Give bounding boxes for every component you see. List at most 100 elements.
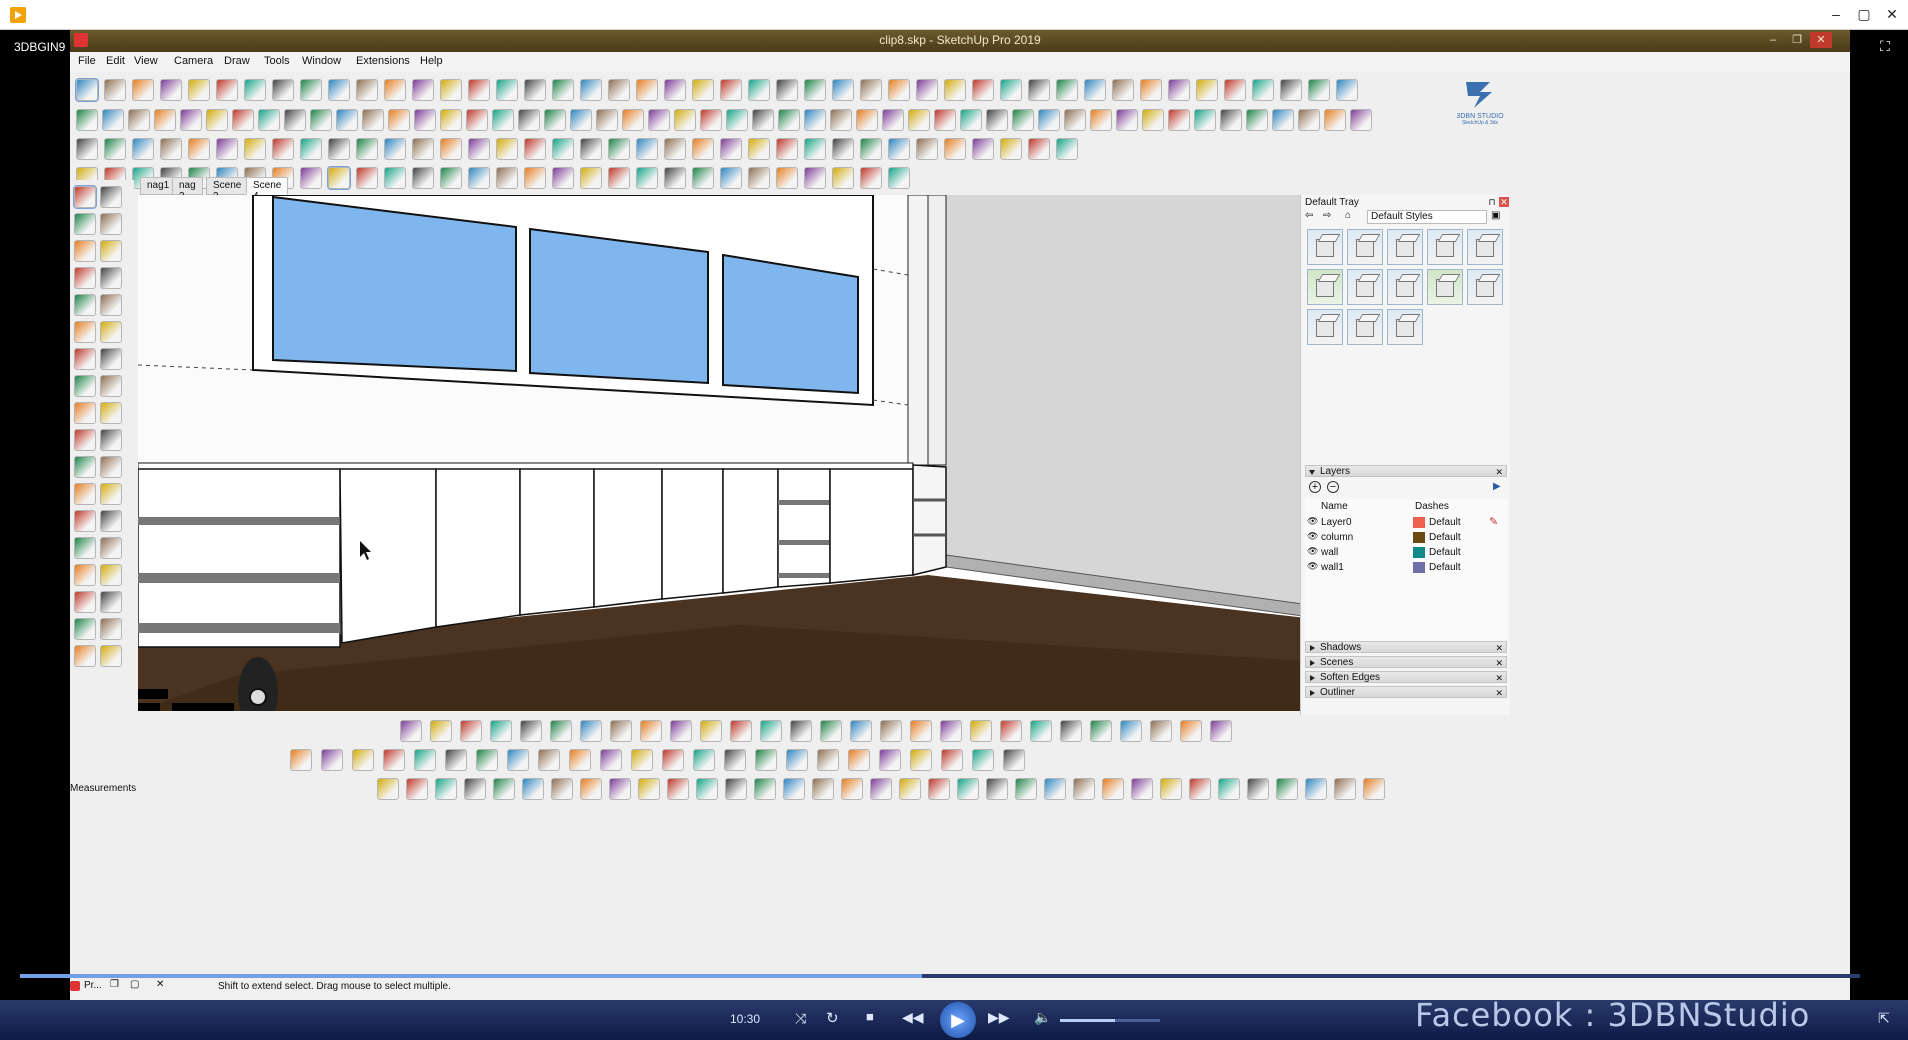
left-toolbar-tool-icon[interactable] [100, 537, 122, 559]
volume-icon[interactable]: 🔈 [1034, 1009, 1051, 1026]
toolbar-tool-icon[interactable] [692, 167, 714, 189]
toolbar-tool-icon[interactable] [1000, 138, 1022, 160]
toolbar-tool-icon[interactable] [460, 720, 482, 742]
toolbar-tool-icon[interactable] [544, 109, 566, 131]
su-restore-button[interactable]: ❐ [1786, 32, 1808, 48]
menu-help[interactable]: Help [420, 55, 443, 67]
left-toolbar-tool-icon[interactable] [74, 591, 96, 613]
toolbar-tool-icon[interactable] [790, 720, 812, 742]
toolbar-tool-icon[interactable] [188, 79, 210, 101]
toolbar-tool-icon[interactable] [1012, 109, 1034, 131]
status-max-icon[interactable]: ▢ [130, 979, 139, 990]
toolbar-tool-icon[interactable] [154, 109, 176, 131]
toolbar-tool-icon[interactable] [882, 109, 904, 131]
toolbar-tool-icon[interactable] [388, 109, 410, 131]
toolbar-tool-icon[interactable] [132, 138, 154, 160]
toolbar-tool-icon[interactable] [384, 79, 406, 101]
toolbar-tool-icon[interactable] [674, 109, 696, 131]
toolbar-tool-icon[interactable] [841, 778, 863, 800]
toolbar-tool-icon[interactable] [957, 778, 979, 800]
toolbar-tool-icon[interactable] [128, 109, 150, 131]
toolbar-tool-icon[interactable] [696, 778, 718, 800]
toolbar-tool-icon[interactable] [466, 109, 488, 131]
toolbar-tool-icon[interactable] [440, 109, 462, 131]
toolbar-tool-icon[interactable] [1073, 778, 1095, 800]
switch-view-icon[interactable]: ⇱ [1878, 1010, 1890, 1027]
toolbar-tool-icon[interactable] [356, 138, 378, 160]
toolbar-tool-icon[interactable] [336, 109, 358, 131]
toolbar-tool-icon[interactable] [916, 138, 938, 160]
left-toolbar-tool-icon[interactable] [100, 645, 122, 667]
toolbar-tool-icon[interactable] [244, 79, 266, 101]
toolbar-tool-icon[interactable] [132, 79, 154, 101]
toolbar-tool-icon[interactable] [569, 749, 591, 771]
style-thumbnail[interactable] [1427, 229, 1463, 265]
layers-panel-header[interactable]: Layers ✕ [1305, 465, 1507, 477]
toolbar-tool-icon[interactable] [910, 720, 932, 742]
toolbar-tool-icon[interactable] [552, 79, 574, 101]
left-toolbar-tool-icon[interactable] [74, 483, 96, 505]
left-toolbar-tool-icon[interactable] [74, 240, 96, 262]
toolbar-tool-icon[interactable] [972, 79, 994, 101]
toolbar-tool-icon[interactable] [327, 166, 351, 190]
toolbar-tool-icon[interactable] [748, 167, 770, 189]
toolbar-tool-icon[interactable] [570, 109, 592, 131]
toolbar-tool-icon[interactable] [776, 138, 798, 160]
toolbar-tool-icon[interactable] [524, 138, 546, 160]
left-toolbar-tool-icon[interactable] [74, 213, 96, 235]
left-toolbar-tool-icon[interactable] [100, 510, 122, 532]
toolbar-tool-icon[interactable] [1000, 720, 1022, 742]
toolbar-tool-icon[interactable] [430, 720, 452, 742]
seek-bar[interactable] [20, 974, 1860, 978]
menu-edit[interactable]: Edit [106, 55, 125, 67]
toolbar-tool-icon[interactable] [667, 778, 689, 800]
toolbar-tool-icon[interactable] [1363, 778, 1385, 800]
toolbar-tool-icon[interactable] [888, 138, 910, 160]
left-toolbar-tool-icon[interactable] [100, 564, 122, 586]
toolbar-tool-icon[interactable] [300, 79, 322, 101]
toolbar-tool-icon[interactable] [1308, 79, 1330, 101]
toolbar-tool-icon[interactable] [1280, 79, 1302, 101]
layers-col-dashes[interactable]: Dashes [1415, 501, 1449, 512]
toolbar-tool-icon[interactable] [934, 109, 956, 131]
toolbar-tool-icon[interactable] [609, 778, 631, 800]
left-toolbar-tool-icon[interactable] [74, 321, 96, 343]
toolbar-tool-icon[interactable] [1224, 79, 1246, 101]
toolbar-tool-icon[interactable] [496, 138, 518, 160]
toolbar-tool-icon[interactable] [631, 749, 653, 771]
toolbar-tool-icon[interactable] [1131, 778, 1153, 800]
toolbar-tool-icon[interactable] [1272, 109, 1294, 131]
toolbar-tool-icon[interactable] [1168, 79, 1190, 101]
toolbar-tool-icon[interactable] [1028, 79, 1050, 101]
toolbar-tool-icon[interactable] [970, 720, 992, 742]
toolbar-tool-icon[interactable] [493, 778, 515, 800]
left-toolbar-tool-icon[interactable] [74, 402, 96, 424]
toolbar-tool-icon[interactable] [622, 109, 644, 131]
toolbar-tool-icon[interactable] [1038, 109, 1060, 131]
toolbar-tool-icon[interactable] [783, 778, 805, 800]
toolbar-tool-icon[interactable] [778, 109, 800, 131]
stop-icon[interactable]: ■ [866, 1009, 874, 1024]
toolbar-tool-icon[interactable] [1140, 79, 1162, 101]
menu-camera[interactable]: Camera [174, 55, 213, 67]
toolbar-tool-icon[interactable] [776, 79, 798, 101]
toolbar-tool-icon[interactable] [720, 167, 742, 189]
left-toolbar-tool-icon[interactable] [100, 591, 122, 613]
toolbar-tool-icon[interactable] [899, 778, 921, 800]
toolbar-tool-icon[interactable] [1090, 109, 1112, 131]
toolbar-tool-icon[interactable] [445, 749, 467, 771]
left-toolbar-tool-icon[interactable] [74, 456, 96, 478]
model-viewport[interactable] [138, 195, 1368, 711]
rewind-icon[interactable]: ◀◀ [902, 1009, 924, 1026]
toolbar-tool-icon[interactable] [888, 79, 910, 101]
style-thumbnail[interactable] [1427, 269, 1463, 305]
panel-close-icon[interactable]: ✕ [1495, 687, 1503, 699]
toolbar-tool-icon[interactable] [552, 167, 574, 189]
toolbar-tool-icon[interactable] [552, 138, 574, 160]
toolbar-tool-icon[interactable] [476, 749, 498, 771]
toolbar-tool-icon[interactable] [916, 79, 938, 101]
left-toolbar-tool-icon[interactable] [100, 618, 122, 640]
toolbar-tool-icon[interactable] [524, 79, 546, 101]
toolbar-tool-icon[interactable] [730, 720, 752, 742]
layer-row[interactable]: 👁 Layer0 Default [1305, 515, 1507, 530]
